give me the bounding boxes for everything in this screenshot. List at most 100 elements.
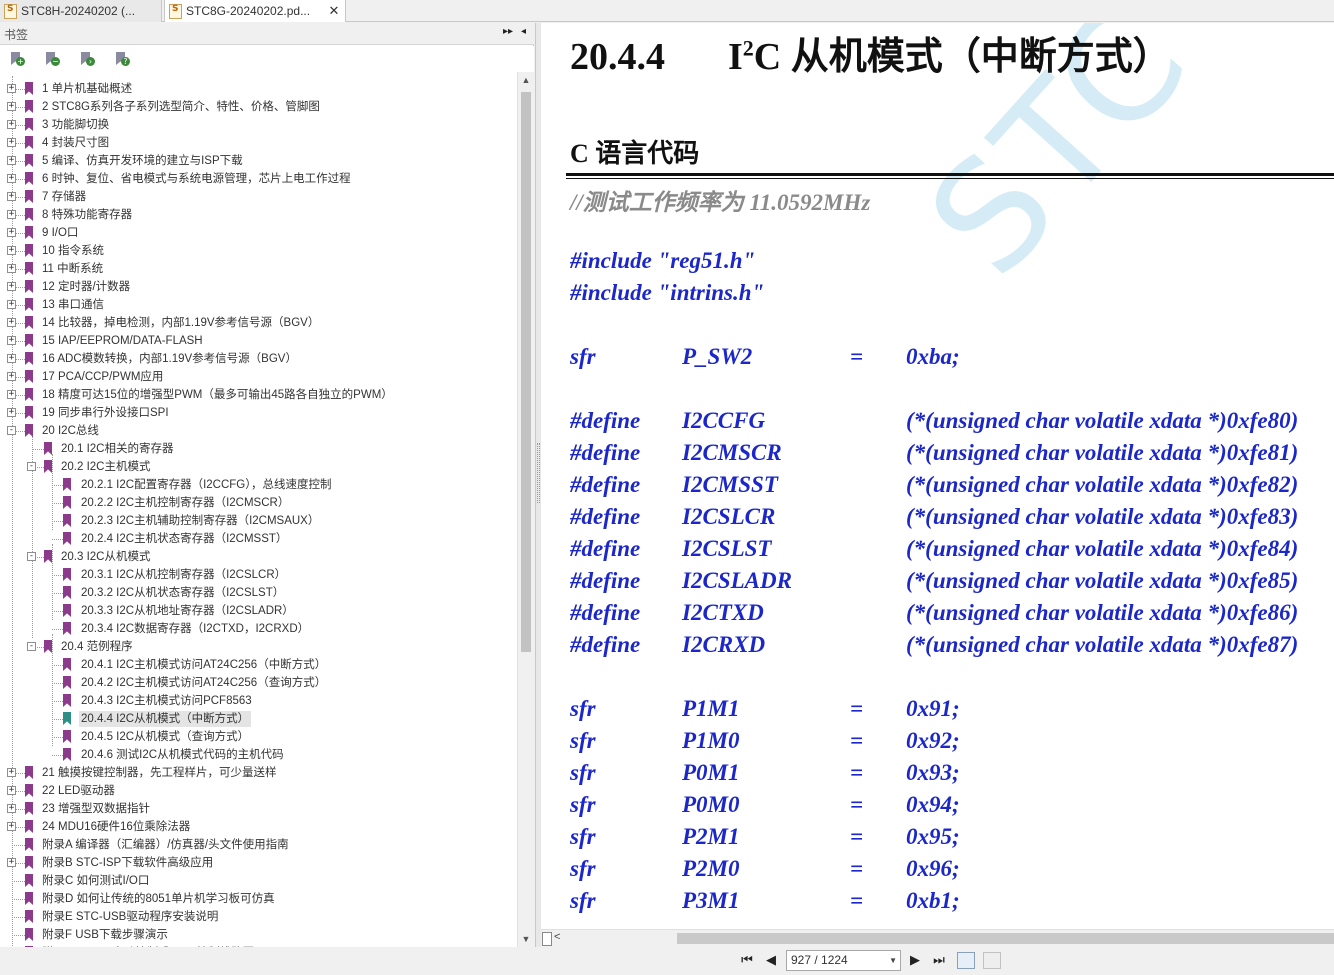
expand-icon[interactable]: +	[7, 408, 16, 417]
expand-icon[interactable]: +	[7, 318, 16, 327]
bookmark-item[interactable]: 20.4.6 测试I2C从机模式代码的主机代码	[0, 746, 517, 764]
bookmark-item[interactable]: 20.3.3 I2C从机地址寄存器（I2CSLADR）	[0, 602, 517, 620]
bookmark-item[interactable]: +12 定时器/计数器	[0, 278, 517, 296]
bookmark-item[interactable]: +7 存储器	[0, 188, 517, 206]
bookmark-item[interactable]: +13 串口通信	[0, 296, 517, 314]
collapse-icon[interactable]: -	[27, 552, 36, 561]
expand-icon[interactable]: +	[7, 768, 16, 777]
bookmark-item[interactable]: +22 LED驱动器	[0, 782, 517, 800]
expand-icon[interactable]: +	[7, 102, 16, 111]
scroll-down-icon[interactable]: ▼	[518, 931, 534, 947]
go-to-bookmark-icon[interactable]: ›	[80, 52, 96, 68]
bookmark-item[interactable]: +6 时钟、复位、省电模式与系统电源管理，芯片上电工作过程	[0, 170, 517, 188]
bookmark-item[interactable]: +9 I/O口	[0, 224, 517, 242]
bookmark-item[interactable]: +14 比较器，掉电检测，内部1.19V参考信号源（BGV）	[0, 314, 517, 332]
expand-icon[interactable]: +	[7, 264, 16, 273]
collapse-icon[interactable]: -	[27, 462, 36, 471]
bookmark-item[interactable]: 20.2.2 I2C主机控制寄存器（I2CMSCR）	[0, 494, 517, 512]
bookmark-item[interactable]: +3 功能脚切换	[0, 116, 517, 134]
bookmark-item[interactable]: +2 STC8G系列各子系列选型简介、特性、价格、管脚图	[0, 98, 517, 116]
bookmark-item[interactable]: 20.4.4 I2C从机模式（中断方式）	[0, 710, 517, 728]
expand-icon[interactable]: +	[7, 354, 16, 363]
bookmark-item[interactable]: 20.4.5 I2C从机模式（查询方式）	[0, 728, 517, 746]
bookmark-item[interactable]: 20.3.4 I2C数据寄存器（I2CTXD，I2CRXD）	[0, 620, 517, 638]
bookmark-item[interactable]: - 20 I2C总线	[0, 422, 517, 440]
bookmark-item[interactable]: +15 IAP/EEPROM/DATA-FLASH	[0, 332, 517, 350]
expand-icon[interactable]: +	[7, 84, 16, 93]
back-view-icon[interactable]	[957, 952, 975, 969]
bookmark-item[interactable]: +18 精度可达15位的增强型PWM（最多可输出45路各自独立的PWM）	[0, 386, 517, 404]
bookmark-item[interactable]: 20.3.1 I2C从机控制寄存器（I2CSLCR）	[0, 566, 517, 584]
expand-icon[interactable]: +	[7, 120, 16, 129]
collapse-all-bookmarks-icon[interactable]: −	[45, 52, 61, 68]
expand-icon[interactable]: +	[7, 156, 16, 165]
bookmark-item[interactable]: +1 单片机基础概述	[0, 80, 517, 98]
bookmark-item[interactable]: 20.2.1 I2C配置寄存器（I2CCFG），总线速度控制	[0, 476, 517, 494]
bookmark-item[interactable]: 20.3.2 I2C从机状态寄存器（I2CSLST）	[0, 584, 517, 602]
collapse-icon[interactable]: -	[7, 426, 16, 435]
forward-view-icon[interactable]	[983, 952, 1001, 969]
bookmark-item[interactable]: - 20.4 范例程序	[0, 638, 517, 656]
bookmark-item[interactable]: 附录C 如何测试I/O口	[0, 872, 517, 890]
scroll-up-icon[interactable]: ▲	[518, 72, 534, 88]
chevron-down-icon[interactable]: ▼	[889, 951, 897, 970]
expand-icon[interactable]: +	[7, 228, 16, 237]
expand-icon[interactable]: +	[7, 372, 16, 381]
last-page-icon[interactable]: ⏭	[930, 952, 948, 970]
expand-icon[interactable]: +	[7, 174, 16, 183]
bookmark-item[interactable]: 附录E STC-USB驱动程序安装说明	[0, 908, 517, 926]
page-number-select[interactable]: 927 / 1224 ▼	[786, 950, 901, 971]
bookmark-item[interactable]: +19 同步串行外设接口SPI	[0, 404, 517, 422]
bookmark-item[interactable]: 附录F USB下载步骤演示	[0, 926, 517, 944]
bookmark-item[interactable]: +16 ADC模数转换，内部1.19V参考信号源（BGV）	[0, 350, 517, 368]
expand-all-bookmarks-icon[interactable]: +	[10, 52, 26, 68]
scrollbar-thumb[interactable]	[521, 92, 531, 652]
previous-page-icon[interactable]: ◀	[762, 952, 780, 970]
first-page-icon[interactable]: ⏮	[738, 952, 756, 970]
bookmark-item[interactable]: +23 增强型双数据指针	[0, 800, 517, 818]
bookmarks-scrollbar[interactable]: ▲ ▼	[517, 72, 534, 947]
find-bookmark-icon[interactable]: ?	[115, 52, 131, 68]
expand-icon[interactable]: +	[7, 210, 16, 219]
expand-icon[interactable]: +	[7, 390, 16, 399]
scrollbar-thumb[interactable]	[677, 933, 1334, 944]
bookmark-item[interactable]: +5 编译、仿真开发环境的建立与ISP下载	[0, 152, 517, 170]
expand-icon[interactable]: +	[7, 138, 16, 147]
scroll-left-icon[interactable]: <	[554, 931, 560, 943]
expand-icon[interactable]: +	[7, 786, 16, 795]
expand-icon[interactable]: +	[7, 300, 16, 309]
bookmark-item[interactable]: - 20.3 I2C从机模式	[0, 548, 517, 566]
bookmark-item[interactable]: 20.4.2 I2C主机模式访问AT24C256（查询方式）	[0, 674, 517, 692]
expand-icon[interactable]: +	[7, 804, 16, 813]
bookmark-item[interactable]: 20.1 I2C相关的寄存器	[0, 440, 517, 458]
panel-expand-icon[interactable]: ▸▸	[503, 26, 513, 37]
expand-icon[interactable]: +	[7, 822, 16, 831]
bookmark-item[interactable]: +17 PCA/CCP/PWM应用	[0, 368, 517, 386]
bookmark-item[interactable]: + 附录B STC-ISP下载软件高级应用	[0, 854, 517, 872]
bookmark-item[interactable]: +21 触摸按键控制器，先工程样片，可少量送样	[0, 764, 517, 782]
bookmark-item[interactable]: +8 特殊功能寄存器	[0, 206, 517, 224]
bookmark-item[interactable]: 20.2.4 I2C主机状态寄存器（I2CMSST）	[0, 530, 517, 548]
expand-icon[interactable]: +	[7, 282, 16, 291]
bookmark-item[interactable]: +10 指令系统	[0, 242, 517, 260]
expand-icon[interactable]: +	[7, 858, 16, 867]
document-horizontal-scrollbar[interactable]: <	[541, 929, 1334, 947]
bookmark-item[interactable]: 附录D 如何让传统的8051单片机学习板可仿真	[0, 890, 517, 908]
continuous-page-checkbox[interactable]	[542, 932, 552, 946]
panel-collapse-icon[interactable]: ◂	[521, 26, 526, 37]
collapse-icon[interactable]: -	[27, 642, 36, 651]
bookmark-item[interactable]: +11 中断系统	[0, 260, 517, 278]
expand-icon[interactable]: +	[7, 336, 16, 345]
expand-icon[interactable]: +	[7, 192, 16, 201]
bookmark-item[interactable]: +24 MDU16硬件16位乘除法器	[0, 818, 517, 836]
bookmark-item[interactable]: 20.4.3 I2C主机模式访问PCF8563	[0, 692, 517, 710]
bookmark-item[interactable]: 20.4.1 I2C主机模式访问AT24C256（中断方式）	[0, 656, 517, 674]
tab-stc8g[interactable]: STC8G-20240202.pd... ✕	[164, 0, 346, 22]
close-icon[interactable]: ✕	[327, 3, 341, 19]
next-page-icon[interactable]: ▶	[906, 952, 924, 970]
expand-icon[interactable]: +	[7, 246, 16, 255]
bookmark-item[interactable]: 20.2.3 I2C主机辅助控制寄存器（I2CMSAUX）	[0, 512, 517, 530]
bookmark-item[interactable]: +4 封装尺寸图	[0, 134, 517, 152]
bookmark-item[interactable]: - 20.2 I2C主机模式	[0, 458, 517, 476]
bookmark-item[interactable]: 附录A 编译器（汇编器）/仿真器/头文件使用指南	[0, 836, 517, 854]
